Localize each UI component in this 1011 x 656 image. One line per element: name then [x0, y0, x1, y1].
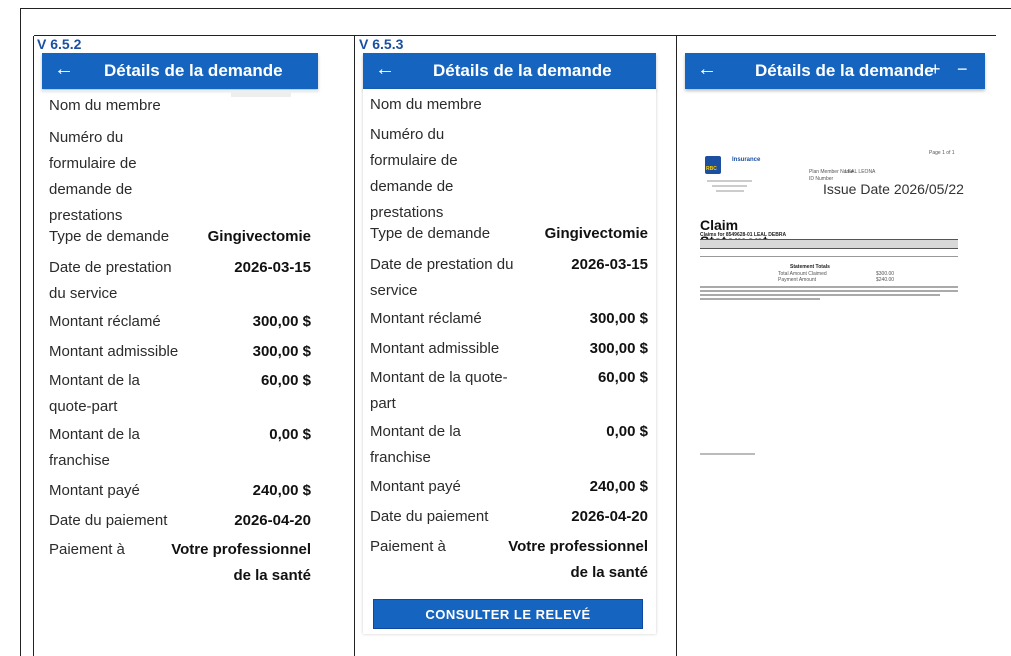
statement-totals-title: Statement Totals [790, 264, 830, 270]
zoom-out-icon[interactable]: − [957, 59, 968, 80]
value-payee: Votre professionnel de la santé [508, 538, 648, 581]
value-deductible: 0,00 $ [606, 423, 648, 440]
value-payment-date: 2026-04-20 [234, 512, 311, 529]
row-form-number: Numéro du formulaire de demande de prest… [370, 122, 480, 226]
back-arrow-icon[interactable]: ← [697, 58, 717, 81]
app-bar-statement: ← Détails de la demande + − [685, 53, 985, 89]
column-divider-1 [354, 36, 355, 656]
issue-date: Issue Date 2026/05/22 [823, 181, 964, 197]
value-amount-eligible: 300,00 $ [589, 340, 648, 357]
label-form-number: Numéro du formulaire de demande de prest… [370, 126, 458, 221]
insurance-brand: Insurance [732, 157, 761, 163]
label-form-number: Numéro du formulaire de demande de prest… [49, 129, 137, 224]
label-service-date: Date de prestation du service [49, 259, 172, 302]
value-payment-date: 2026-04-20 [571, 508, 648, 525]
screen-title: Détails de la demande [433, 61, 612, 80]
label-amount-paid: Montant payé [370, 478, 461, 495]
value-amount-paid: 240,00 $ [589, 478, 648, 495]
statement-table-header [700, 239, 958, 249]
claims-for: Claims for 8549628-01 LEAL DEBRA [700, 232, 787, 238]
label-payee: Paiement à [370, 538, 446, 555]
header-divider [34, 35, 996, 36]
value-copay: 60,00 $ [597, 369, 648, 386]
company-address [707, 180, 755, 198]
payment-amount-label: Payment Amount [778, 277, 817, 283]
value-deductible: 0,00 $ [269, 426, 311, 443]
value-service-date: 2026-03-15 [571, 256, 648, 273]
screen-title: Détails de la demande [104, 61, 283, 80]
value-amount-eligible: 300,00 $ [252, 343, 311, 360]
statement-footer-text [700, 453, 755, 455]
value-service-date: 2026-03-15 [234, 259, 311, 276]
label-service-date: Date de prestation du service [370, 256, 514, 299]
label-amount-claimed: Montant réclamé [49, 313, 161, 330]
label-copay: Montant de la quote-part [370, 369, 508, 412]
app-bar-v652: ← Détails de la demande [42, 53, 318, 89]
value-payee: Votre professionnel de la santé [171, 541, 311, 584]
label-deductible: Montant de la franchise [370, 423, 461, 466]
zoom-in-icon[interactable]: + [930, 59, 941, 80]
label-amount-paid: Montant payé [49, 482, 140, 499]
screen-title: Détails de la demande [755, 61, 934, 80]
version-label-1: V 6.5.2 [37, 36, 82, 52]
value-amount-paid: 240,00 $ [252, 482, 311, 499]
value-amount-claimed: 300,00 $ [252, 313, 311, 330]
label-copay: Montant de la quote-part [49, 372, 140, 415]
plan-member-value: LEAL LEONA [845, 169, 876, 175]
statement-table-row [700, 249, 958, 257]
label-payee: Paiement à [49, 541, 125, 558]
label-member-name: Nom du membre [370, 96, 482, 113]
label-amount-claimed: Montant réclamé [370, 310, 482, 327]
column-divider-2 [676, 36, 677, 656]
value-claim-type: Gingivectomie [207, 228, 311, 245]
label-payment-date: Date du paiement [370, 508, 489, 525]
label-payment-date: Date du paiement [49, 512, 168, 529]
app-bar-v653: ← Détails de la demande [363, 53, 656, 89]
redacted-member-name [231, 91, 291, 97]
payment-amount-value: $240.00 [876, 277, 895, 283]
view-statement-button[interactable]: CONSULTER LE RELEVÉ [373, 599, 643, 629]
label-deductible: Montant de la franchise [49, 426, 140, 469]
label-claim-type: Type de demande [370, 225, 491, 242]
row-form-number: Numéro du formulaire de demande de prest… [49, 125, 159, 229]
back-arrow-icon[interactable]: ← [54, 58, 74, 81]
label-claim-type: Type de demande [49, 228, 170, 245]
version-label-2: V 6.5.3 [359, 36, 404, 52]
value-amount-claimed: 300,00 $ [589, 310, 648, 327]
back-arrow-icon[interactable]: ← [375, 58, 395, 81]
label-member-name: Nom du membre [49, 97, 161, 114]
label-amount-eligible: Montant admissible [370, 340, 500, 357]
value-claim-type: Gingivectomie [544, 225, 648, 242]
value-copay: 60,00 $ [260, 372, 311, 389]
statement-footnote [700, 286, 958, 300]
column-divider-left [33, 36, 34, 656]
rbc-logo: RBC [705, 156, 721, 174]
label-amount-eligible: Montant admissible [49, 343, 179, 360]
page-number: Page 1 of 1 [929, 150, 955, 156]
